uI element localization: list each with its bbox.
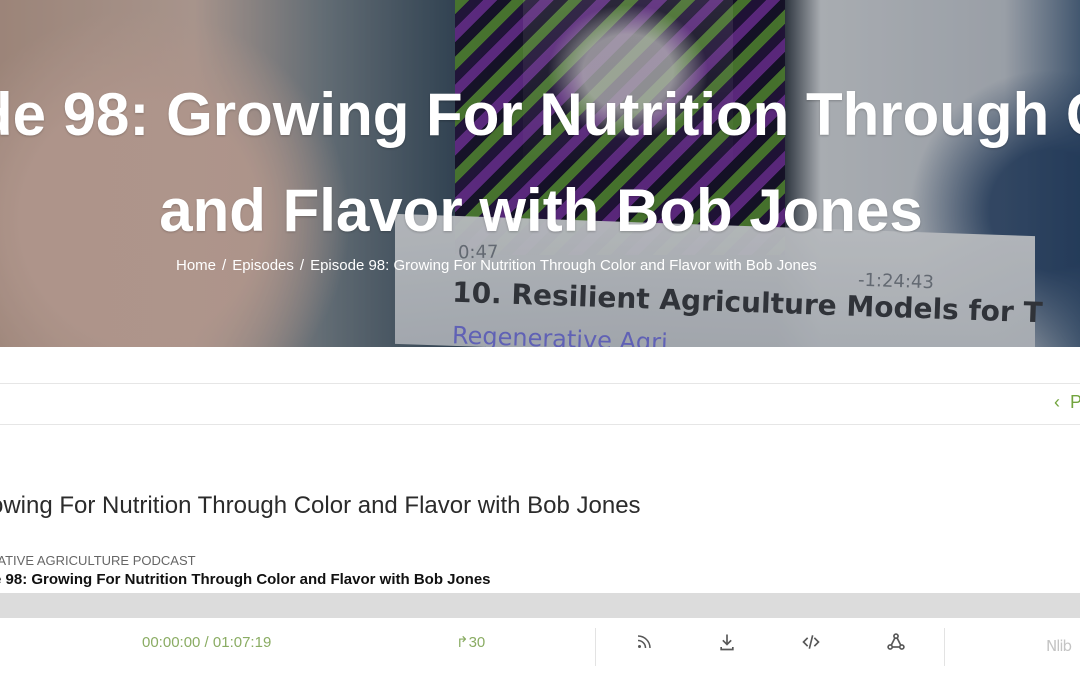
skip-forward-button[interactable]: ↱30 <box>456 633 485 651</box>
player-brand-mark: Nlib <box>1046 637 1072 655</box>
post-navigation: ‹ P <box>0 383 1080 425</box>
breadcrumb-episodes-link[interactable]: Episodes <box>232 257 294 274</box>
download-button[interactable] <box>714 629 740 655</box>
player-divider <box>595 628 596 666</box>
breadcrumb-separator: / <box>222 257 227 274</box>
audio-player-controls: 00:00:00 / 01:07:19 ↱30 Nlib <box>0 618 1080 675</box>
hero-title: de 98: Growing For Nutrition Through C a… <box>0 67 1080 259</box>
embed-button[interactable] <box>798 629 824 655</box>
hero-title-line-1: de 98: Growing For Nutrition Through C <box>0 81 1080 148</box>
download-icon <box>720 634 734 651</box>
episode-title: e 98: Growing For Nutrition Through Colo… <box>0 571 491 588</box>
hero-title-line-2: and Flavor with Bob Jones <box>159 177 923 244</box>
previous-post-label: P <box>1069 392 1080 412</box>
rss-icon <box>637 635 651 649</box>
previous-post-link[interactable]: ‹ P <box>1054 392 1080 413</box>
share-button[interactable] <box>883 629 909 655</box>
breadcrumb-home-link[interactable]: Home <box>176 257 216 274</box>
breadcrumb-current: Episode 98: Growing For Nutrition Throug… <box>310 257 817 274</box>
audio-progress-bar[interactable] <box>0 593 1080 618</box>
episode-heading: owing For Nutrition Through Color and Fl… <box>0 492 641 519</box>
share-icon <box>887 633 905 650</box>
chevron-left-icon: ‹ <box>1053 392 1060 412</box>
podcast-name: RATIVE AGRICULTURE PODCAST <box>0 553 196 568</box>
hero-banner: 0:47 -1:24:43 10. Resilient Agriculture … <box>0 0 1080 347</box>
breadcrumb-separator: / <box>299 257 305 274</box>
time-display: 00:00:00 / 01:07:19 <box>142 634 272 651</box>
breadcrumb: Home / Episodes / Episode 98: Growing Fo… <box>176 257 817 274</box>
embed-icon <box>802 635 820 649</box>
player-divider <box>944 628 945 666</box>
rss-button[interactable] <box>631 629 657 655</box>
